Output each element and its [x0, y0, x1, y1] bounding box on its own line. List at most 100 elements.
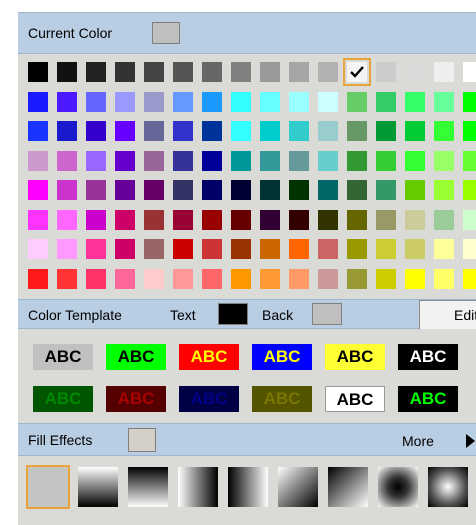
color-cell[interactable] [173, 91, 193, 112]
color-cell[interactable] [347, 150, 367, 171]
color-cell[interactable] [463, 268, 476, 289]
color-cell[interactable] [115, 121, 135, 141]
color-cell[interactable] [173, 121, 193, 141]
fill-effect-swatch[interactable] [128, 467, 168, 507]
template-swatch[interactable]: ABC [33, 386, 93, 412]
color-cell[interactable] [144, 239, 164, 259]
fill-effect-swatch[interactable] [278, 467, 318, 507]
color-cell[interactable] [376, 150, 396, 171]
color-cell[interactable] [260, 91, 280, 112]
color-cell[interactable] [463, 121, 476, 141]
color-cell[interactable] [115, 91, 135, 112]
color-cell[interactable] [376, 268, 396, 289]
color-cell[interactable] [115, 180, 135, 200]
color-cell[interactable] [289, 150, 309, 171]
fill-effects-swatch[interactable] [128, 428, 156, 452]
color-cell[interactable] [347, 180, 367, 200]
template-swatch[interactable]: ABC [398, 386, 458, 412]
color-cell[interactable] [28, 239, 48, 259]
color-cell[interactable] [115, 62, 135, 82]
color-cell[interactable] [202, 150, 222, 171]
color-cell[interactable] [405, 180, 425, 200]
color-cell[interactable] [115, 150, 135, 171]
color-cell[interactable] [202, 209, 222, 230]
color-cell[interactable] [28, 62, 48, 82]
template-swatch[interactable]: ABC [179, 386, 239, 412]
color-cell[interactable] [405, 150, 425, 171]
color-cell[interactable] [144, 91, 164, 112]
color-cell[interactable] [434, 209, 454, 230]
current-color-swatch[interactable] [152, 22, 180, 44]
color-cell[interactable] [318, 239, 338, 259]
fill-effect-swatch[interactable] [228, 467, 268, 507]
edit-template-button[interactable]: Edit [419, 300, 476, 330]
color-cell[interactable] [376, 239, 396, 259]
color-cell[interactable] [463, 180, 476, 200]
color-cell[interactable] [86, 239, 106, 259]
color-cell[interactable] [231, 150, 251, 171]
color-cell[interactable] [260, 62, 280, 82]
color-cell[interactable] [86, 180, 106, 200]
back-color-swatch[interactable] [312, 303, 342, 325]
color-cell[interactable] [173, 62, 193, 82]
color-cell[interactable] [173, 239, 193, 259]
text-color-swatch[interactable] [218, 303, 248, 325]
color-cell[interactable] [289, 268, 309, 289]
color-cell[interactable] [260, 121, 280, 141]
color-cell[interactable] [405, 209, 425, 230]
color-cell[interactable] [289, 239, 309, 259]
color-cell[interactable] [347, 268, 367, 289]
color-cell[interactable] [57, 121, 77, 141]
color-cell[interactable] [231, 121, 251, 141]
template-swatch[interactable]: ABC [106, 344, 166, 370]
color-cell[interactable] [347, 91, 367, 112]
color-cell[interactable] [463, 62, 476, 82]
color-cell[interactable] [57, 180, 77, 200]
color-cell[interactable] [86, 121, 106, 141]
color-cell[interactable] [57, 91, 77, 112]
color-cell[interactable] [376, 62, 396, 82]
color-cell[interactable] [86, 209, 106, 230]
color-cell[interactable] [231, 239, 251, 259]
color-cell[interactable] [405, 62, 425, 82]
color-cell[interactable] [57, 150, 77, 171]
color-cell[interactable] [347, 239, 367, 259]
fill-effect-swatch[interactable] [378, 467, 418, 507]
color-cell[interactable] [173, 209, 193, 230]
color-cell[interactable] [289, 121, 309, 141]
color-cell[interactable] [318, 150, 338, 171]
color-cell[interactable] [376, 91, 396, 112]
template-swatch[interactable]: ABC [33, 344, 93, 370]
color-cell[interactable] [115, 239, 135, 259]
color-cell[interactable] [115, 209, 135, 230]
color-cell[interactable] [144, 268, 164, 289]
template-swatch[interactable]: ABC [252, 344, 312, 370]
color-cell[interactable] [57, 268, 77, 289]
color-cell[interactable] [260, 180, 280, 200]
fill-effect-swatch[interactable] [178, 467, 218, 507]
color-cell[interactable] [28, 121, 48, 141]
color-cell[interactable] [289, 209, 309, 230]
color-cell[interactable] [318, 91, 338, 112]
color-cell[interactable] [202, 62, 222, 82]
color-cell[interactable] [28, 91, 48, 112]
color-cell[interactable] [231, 62, 251, 82]
color-cell[interactable] [434, 91, 454, 112]
color-cell[interactable] [260, 209, 280, 230]
color-cell[interactable] [347, 121, 367, 141]
color-cell[interactable] [463, 150, 476, 171]
color-cell[interactable] [115, 268, 135, 289]
color-cell[interactable] [173, 150, 193, 171]
color-cell[interactable] [28, 209, 48, 230]
color-cell[interactable] [318, 209, 338, 230]
color-cell[interactable] [434, 239, 454, 259]
color-cell[interactable] [434, 268, 454, 289]
color-cell[interactable] [260, 150, 280, 171]
color-cell[interactable] [28, 180, 48, 200]
template-swatch[interactable]: ABC [252, 386, 312, 412]
color-cell[interactable] [376, 209, 396, 230]
color-cell[interactable] [144, 150, 164, 171]
template-swatch[interactable]: ABC [106, 386, 166, 412]
more-effects-label[interactable]: More [402, 433, 434, 449]
template-swatch[interactable]: ABC [179, 344, 239, 370]
